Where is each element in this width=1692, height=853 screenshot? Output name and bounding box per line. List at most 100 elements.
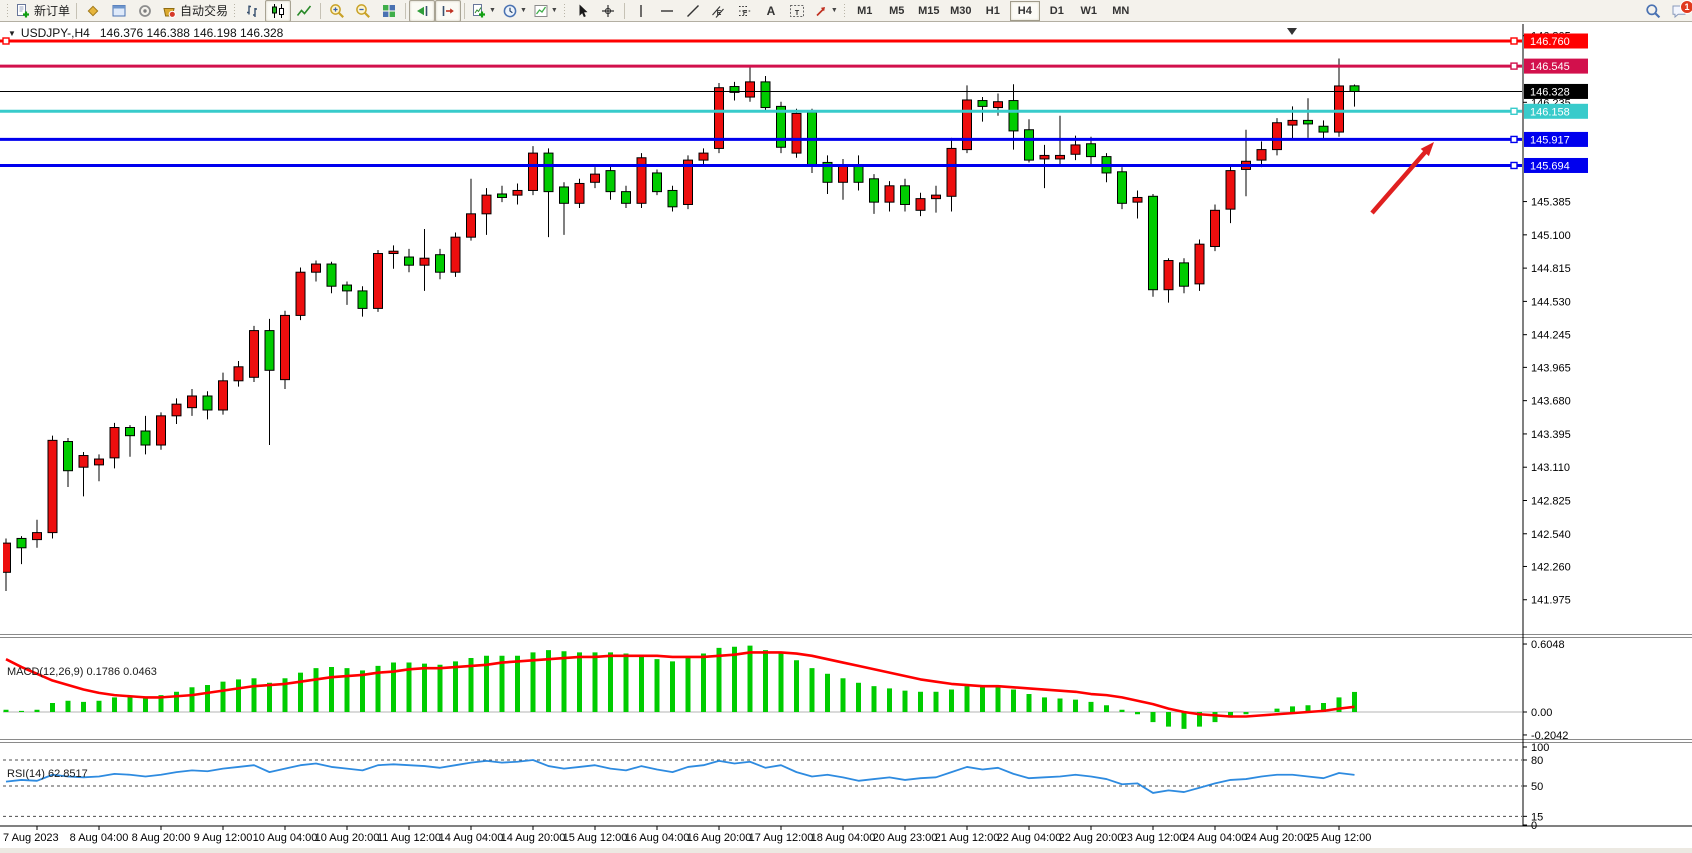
line-handle[interactable] xyxy=(1511,63,1517,69)
svg-text:16 Aug 20:00: 16 Aug 20:00 xyxy=(687,832,752,844)
line-chart-button[interactable] xyxy=(291,0,317,22)
auto-scroll-button[interactable] xyxy=(409,0,435,22)
text-button[interactable]: A xyxy=(758,0,784,22)
dropdown-caret-icon[interactable]: ▼ xyxy=(489,7,496,14)
toolbar-grip xyxy=(6,3,10,19)
toolbar-separator xyxy=(464,3,465,19)
svg-text:A: A xyxy=(767,4,776,18)
svg-text:146.328: 146.328 xyxy=(1530,86,1570,98)
toolbar-grip xyxy=(843,3,847,19)
trendline-button[interactable] xyxy=(680,0,706,22)
toolbar-separator xyxy=(320,3,321,19)
chat-button[interactable]: 1 xyxy=(1666,0,1692,22)
timeframe-w1-button[interactable]: W1 xyxy=(1074,1,1104,21)
notification-badge: 1 xyxy=(1680,0,1692,14)
tile-windows-button[interactable] xyxy=(376,0,402,22)
search-button[interactable] xyxy=(1640,0,1666,22)
svg-text:20 Aug 23:00: 20 Aug 23:00 xyxy=(873,832,938,844)
data-window-icon xyxy=(111,3,127,19)
new-order-button[interactable]: 新订单 xyxy=(12,0,73,22)
svg-text:24 Aug 20:00: 24 Aug 20:00 xyxy=(1245,832,1310,844)
arrows-icon xyxy=(813,3,829,19)
svg-text:8 Aug 20:00: 8 Aug 20:00 xyxy=(132,832,191,844)
zoom-out-button[interactable] xyxy=(350,0,376,22)
dropdown-caret-icon[interactable]: ▼ xyxy=(831,7,838,14)
svg-text:143.395: 143.395 xyxy=(1531,429,1571,441)
fibo-icon: F xyxy=(737,3,753,19)
svg-text:141.975: 141.975 xyxy=(1531,595,1571,607)
rsi-axis-tick: 80 xyxy=(1531,755,1543,767)
line-handle[interactable] xyxy=(1511,108,1517,114)
bar-chart-button[interactable] xyxy=(239,0,265,22)
market-watch-button[interactable] xyxy=(80,0,106,22)
macd-axis-tick: -0.2042 xyxy=(1531,730,1568,742)
timeframe-m30-button[interactable]: M30 xyxy=(946,1,976,21)
rsi-axis-tick: 0 xyxy=(1531,820,1537,832)
template-icon xyxy=(533,3,549,19)
equidistant-channel-button[interactable]: E xyxy=(706,0,732,22)
zoom-in-button[interactable] xyxy=(324,0,350,22)
svg-text:10 Aug 20:00: 10 Aug 20:00 xyxy=(315,832,380,844)
chart-title-bar: ▼ USDJPY-,H4 146.376 146.388 146.198 146… xyxy=(8,26,283,40)
rsi-axis-tick: 100 xyxy=(1531,742,1549,754)
price-chart[interactable]: 146.805146.235145.385145.100144.815144.5… xyxy=(0,22,1692,853)
svg-text:145.694: 145.694 xyxy=(1530,160,1570,172)
navigator-icon xyxy=(137,3,153,19)
autotrading-button[interactable]: 自动交易 xyxy=(158,0,231,22)
new-order-icon xyxy=(15,3,31,19)
timeframe-d1-button[interactable]: D1 xyxy=(1042,1,1072,21)
timeframe-m1-button[interactable]: M1 xyxy=(850,1,880,21)
fibonacci-button[interactable]: F xyxy=(732,0,758,22)
templates-button[interactable]: ▼ xyxy=(530,0,561,22)
svg-text:144.815: 144.815 xyxy=(1531,263,1571,275)
ohlc-values: 146.376 146.388 146.198 146.328 xyxy=(100,26,284,40)
timeframe-m5-button[interactable]: M5 xyxy=(882,1,912,21)
hline-icon xyxy=(659,3,675,19)
indicators-button[interactable]: ▼ xyxy=(468,0,499,22)
line-handle[interactable] xyxy=(1511,38,1517,44)
timeframe-h1-button[interactable]: H1 xyxy=(978,1,1008,21)
timeframe-mn-button[interactable]: MN xyxy=(1106,1,1136,21)
crosshair-icon xyxy=(600,3,616,19)
toolbar: 新订单 自动交易 ▼ ▼ ▼ E FA T ▼ M1M5M15M30H1H4D1W1MN 1 xyxy=(0,0,1692,22)
window-bottom-edge xyxy=(0,848,1692,853)
data-window-button[interactable] xyxy=(106,0,132,22)
tile-icon xyxy=(381,3,397,19)
timeframe-m15-button[interactable]: M15 xyxy=(914,1,944,21)
dropdown-caret-icon[interactable]: ▼ xyxy=(520,7,527,14)
svg-text:142.540: 142.540 xyxy=(1531,529,1571,541)
svg-text:T: T xyxy=(795,10,800,17)
periods-button[interactable]: ▼ xyxy=(499,0,530,22)
navigator-button[interactable] xyxy=(132,0,158,22)
price-label-146.760: 146.760 xyxy=(1524,34,1588,49)
text-label-button[interactable]: T xyxy=(784,0,810,22)
linechart-icon xyxy=(296,3,312,19)
autotrading-icon xyxy=(161,3,177,19)
price-label-145.917: 145.917 xyxy=(1524,132,1588,147)
svg-text:144.245: 144.245 xyxy=(1531,330,1571,342)
svg-text:146.545: 146.545 xyxy=(1530,61,1570,73)
horizontal-line-button[interactable] xyxy=(654,0,680,22)
dropdown-caret-icon[interactable]: ▼ xyxy=(551,7,558,14)
svg-text:143.110: 143.110 xyxy=(1531,462,1570,474)
arrows-button[interactable]: ▼ xyxy=(810,0,841,22)
svg-text:E: E xyxy=(717,10,722,17)
chevron-down-icon[interactable]: ▼ xyxy=(8,29,16,38)
rsi-indicator-label: RSI(14) 62.8517 xyxy=(7,768,88,780)
chart-shift-button[interactable] xyxy=(435,0,461,22)
line-handle[interactable] xyxy=(1511,162,1517,168)
price-label-146.158: 146.158 xyxy=(1524,104,1588,119)
candlestick-chart-button[interactable] xyxy=(265,0,291,22)
svg-text:146.158: 146.158 xyxy=(1530,106,1570,118)
crosshair-button[interactable] xyxy=(595,0,621,22)
autoscroll-icon xyxy=(414,3,430,19)
vertical-line-button[interactable] xyxy=(628,0,654,22)
timeframe-h4-button[interactable]: H4 xyxy=(1010,1,1040,21)
svg-text:143.965: 143.965 xyxy=(1531,362,1571,374)
svg-text:146.760: 146.760 xyxy=(1530,36,1570,48)
line-handle[interactable] xyxy=(1511,136,1517,142)
macd-indicator-label: MACD(12,26,9) 0.1786 0.0463 xyxy=(7,666,157,678)
labelT-icon: T xyxy=(789,3,805,19)
svg-text:7 Aug 2023: 7 Aug 2023 xyxy=(3,832,59,844)
cursor-button[interactable] xyxy=(569,0,595,22)
